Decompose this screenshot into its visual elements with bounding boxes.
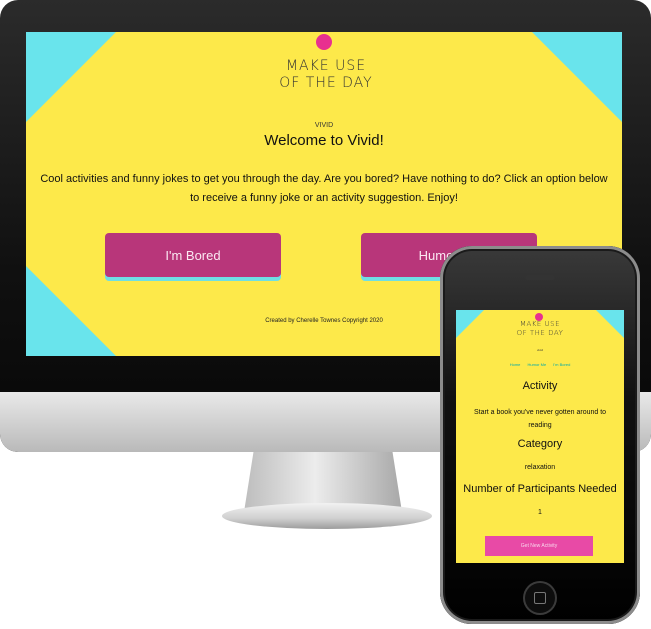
category-heading: Category xyxy=(517,438,563,450)
nav-link-humor-me[interactable]: Humor Me xyxy=(528,362,547,367)
activity-text: Start a book you've never gotten around … xyxy=(473,409,607,429)
logo-line: OF THE DAY xyxy=(279,75,373,91)
monitor-stand-base xyxy=(222,503,432,529)
nav-link-vivid[interactable]: VIVID xyxy=(26,122,622,129)
phone-device: MAKE USE OF THE DAY vivid Home Humor Me … xyxy=(440,246,640,624)
page-title: Welcome to Vivid! xyxy=(264,132,384,149)
phone-screen: MAKE USE OF THE DAY vivid Home Humor Me … xyxy=(456,310,624,563)
participants-text: 1 xyxy=(538,509,542,516)
logo-dot xyxy=(316,34,332,50)
speaker-grille xyxy=(525,275,555,280)
activity-heading: Activity xyxy=(522,380,558,392)
logo-line: MAKE USE xyxy=(519,320,561,328)
category-text: relaxation xyxy=(524,464,556,471)
home-square-icon xyxy=(534,592,546,604)
site-logo[interactable]: MAKE USE OF THE DAY xyxy=(246,58,406,92)
corner-decoration xyxy=(596,310,624,338)
logo-line: MAKE USE xyxy=(285,58,367,74)
nav-label: vivid xyxy=(536,348,543,352)
phone-nav: Home Humor Me I'm Bored xyxy=(456,362,624,367)
intro-text: Cool activities and funny jokes to get y… xyxy=(40,173,608,204)
new-activity-button[interactable]: Get New Activity xyxy=(485,536,593,556)
corner-decoration xyxy=(26,266,116,356)
participants-heading: Number of Participants Needed xyxy=(463,483,617,495)
home-button[interactable] xyxy=(523,581,557,615)
im-bored-button[interactable]: I'm Bored xyxy=(105,233,281,277)
corner-decoration xyxy=(456,310,484,338)
nav-link-home[interactable]: Home xyxy=(510,362,521,367)
corner-decoration xyxy=(26,32,116,122)
site-logo[interactable]: MAKE USE OF THE DAY xyxy=(500,320,580,338)
logo-line: OF THE DAY xyxy=(516,329,564,337)
nav-link-im-bored[interactable]: I'm Bored xyxy=(553,362,570,367)
corner-decoration xyxy=(532,32,622,122)
